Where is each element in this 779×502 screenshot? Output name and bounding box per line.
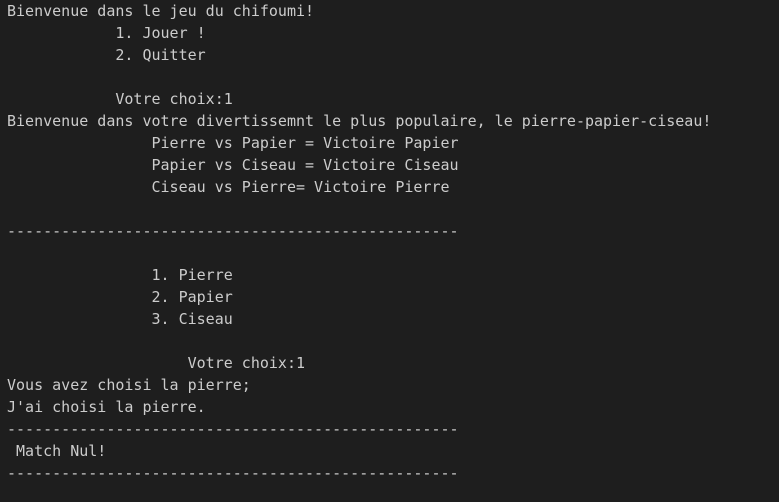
rule-line: Papier vs Ciseau = Victoire Ciseau <box>7 156 459 174</box>
menu-choice-prompt: Votre choix:1 <box>7 90 233 108</box>
computer-choice-line: J'ai choisi la pierre. <box>7 398 206 416</box>
choice-option-ciseau: 3. Ciseau <box>7 310 233 328</box>
separator-line: ----------------------------------------… <box>7 222 459 240</box>
separator-line: ----------------------------------------… <box>7 420 459 438</box>
choice-prompt: Votre choix:1 <box>7 354 306 372</box>
menu-option-quit: 2. Quitter <box>7 46 206 64</box>
terminal-output[interactable]: Bienvenue dans le jeu du chifoumi! 1. Jo… <box>0 0 779 502</box>
choice-option-papier: 2. Papier <box>7 288 233 306</box>
game-intro-line: Bienvenue dans votre divertissemnt le pl… <box>7 112 712 130</box>
welcome-line: Bienvenue dans le jeu du chifoumi! <box>7 2 315 20</box>
menu-option-play: 1. Jouer ! <box>7 24 206 42</box>
rule-line: Ciseau vs Pierre= Victoire Pierre <box>7 178 450 196</box>
player-choice-line: Vous avez choisi la pierre; <box>7 376 251 394</box>
rule-line: Pierre vs Papier = Victoire Papier <box>7 134 459 152</box>
choice-option-pierre: 1. Pierre <box>7 266 233 284</box>
separator-line: ----------------------------------------… <box>7 464 459 482</box>
result-line: Match Nul! <box>7 442 107 460</box>
